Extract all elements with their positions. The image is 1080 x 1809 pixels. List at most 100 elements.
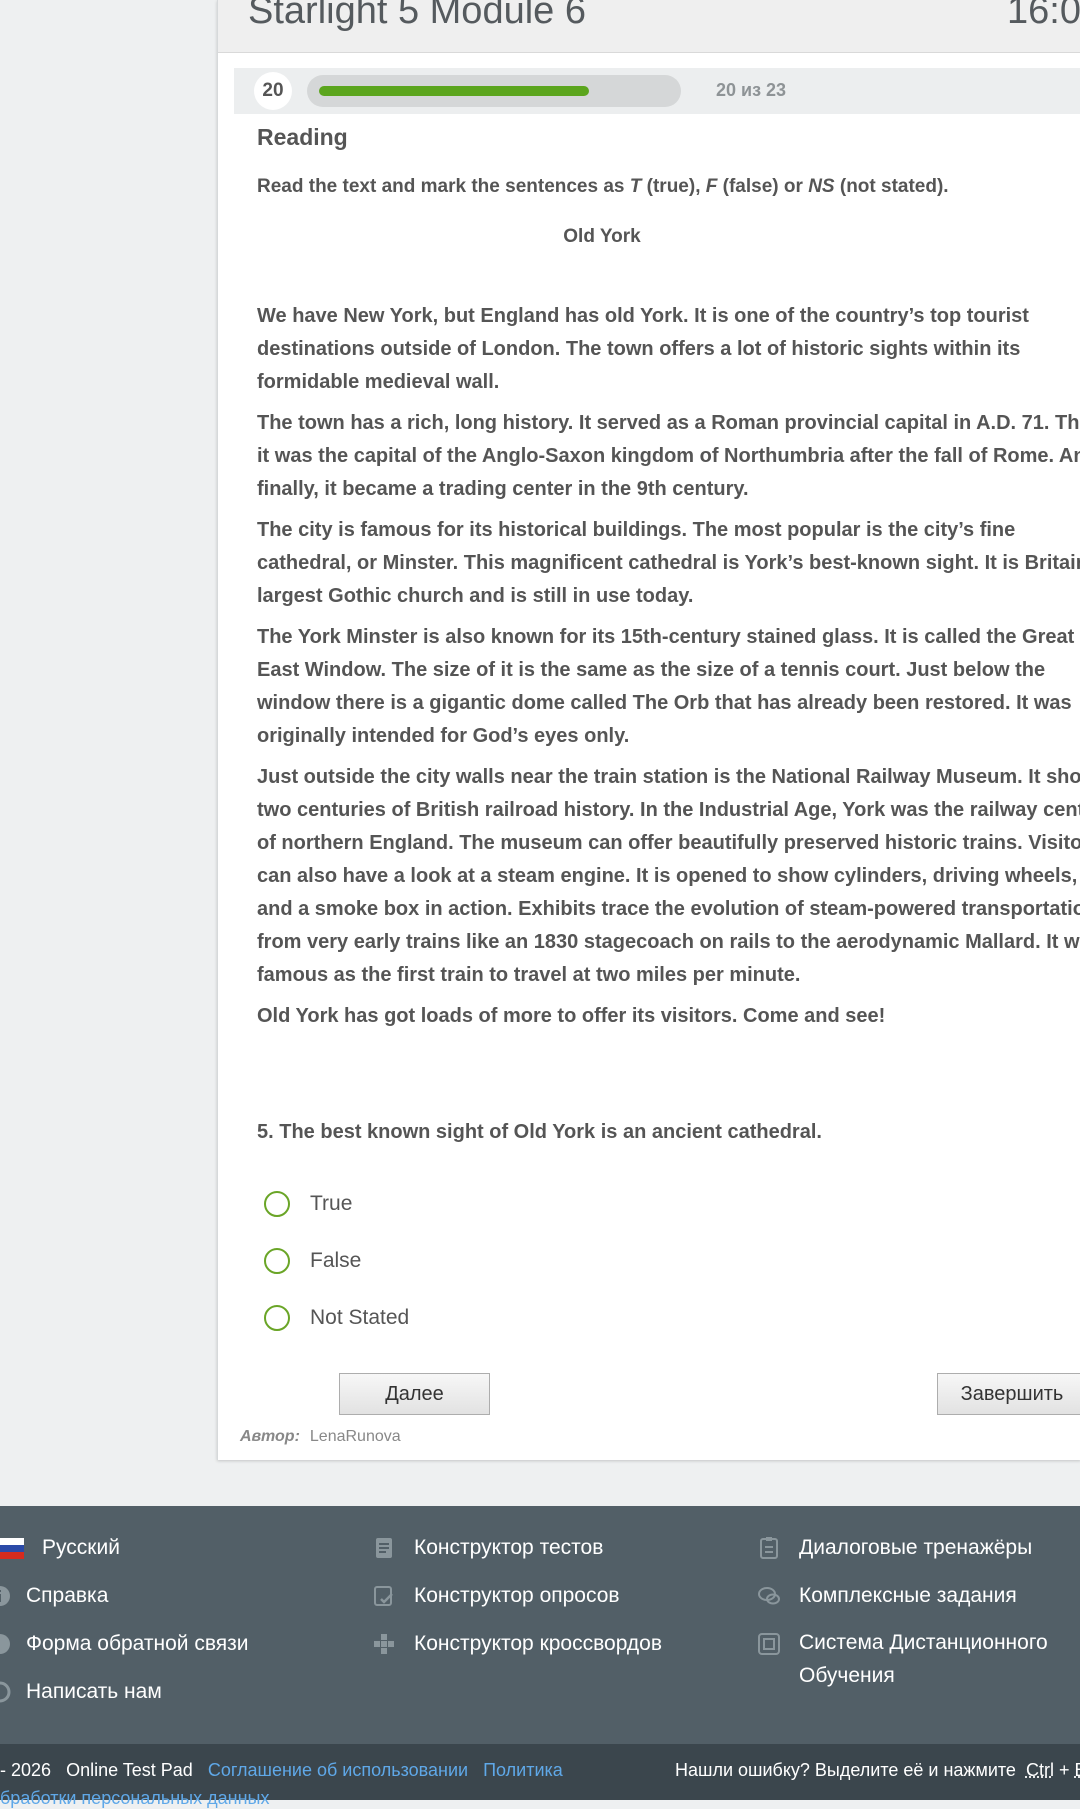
- next-button[interactable]: Далее: [339, 1373, 490, 1415]
- passage-line: destinations outside of London. The town…: [257, 338, 1020, 360]
- option-label: False: [310, 1249, 361, 1273]
- passage-line: from very early trains like an 1830 stag…: [257, 931, 1080, 953]
- crossword-icon: [372, 1632, 396, 1656]
- feedback-label: Форма обратной связи: [26, 1632, 249, 1656]
- test-header: Starlight 5 Module 6 16:0: [218, 0, 1080, 53]
- lms-link[interactable]: Система Дистанционного Обучения: [757, 1626, 1057, 1692]
- clipboard-icon: [757, 1536, 781, 1560]
- passage-line: Old York has got loads of more to offer …: [257, 1005, 885, 1027]
- passage-line: of northern England. The museum can offe…: [257, 832, 1080, 854]
- passage-line: famous as the first train to travel at t…: [257, 964, 800, 986]
- passage-line: and a smoke box in action. Exhibits trac…: [257, 898, 1080, 920]
- passage-line: East Window. The size of it is the same …: [257, 659, 1045, 681]
- chat-bubbles-icon: [757, 1584, 781, 1608]
- passage-paragraph: The town has a rich, long history. It se…: [257, 407, 1080, 506]
- passage-line: window there is a gigantic dome called T…: [257, 692, 1072, 714]
- footer-column-1: Русский Справка Форма обратной связи Нап…: [0, 1536, 249, 1728]
- passage-line: originally intended for God’s eyes only.: [257, 725, 629, 747]
- radio-not-stated[interactable]: [264, 1305, 290, 1331]
- option-false[interactable]: False: [264, 1246, 361, 1276]
- instruction: Read the text and mark the sentences as …: [257, 176, 1080, 198]
- author-line: Автор: LenaRunova: [240, 1428, 401, 1446]
- passage-line: The town has a rich, long history. It se…: [257, 412, 1080, 434]
- passage-paragraph: Old York has got loads of more to offer …: [257, 1000, 1080, 1033]
- document-icon: [372, 1536, 396, 1560]
- checklist-icon: [372, 1584, 396, 1608]
- instruction-ns: NS: [808, 176, 834, 197]
- dialog-trainers-link[interactable]: Диалоговые тренажёры: [757, 1536, 1057, 1584]
- e-key: E: [1075, 1760, 1080, 1780]
- language-label: Русский: [42, 1536, 120, 1560]
- author-name: LenaRunova: [310, 1428, 401, 1445]
- passage-line: cathedral, or Minster. This magnificent …: [257, 552, 1080, 574]
- finish-button[interactable]: Завершить: [937, 1373, 1080, 1415]
- passage-line: The York Minster is also known for its 1…: [257, 626, 1074, 648]
- survey-builder-link[interactable]: Конструктор опросов: [372, 1584, 662, 1632]
- complex-tasks-link[interactable]: Комплексные задания: [757, 1584, 1057, 1632]
- terms-link[interactable]: Соглашение об использовании: [208, 1760, 468, 1780]
- test-card: Starlight 5 Module 6 16:0 20 20 из 23 Re…: [217, 0, 1080, 1460]
- test-builder-label: Конструктор тестов: [414, 1536, 603, 1560]
- instruction-f: F: [706, 176, 718, 197]
- option-label: Not Stated: [310, 1306, 409, 1330]
- question-content: Reading Read the text and mark the sente…: [257, 120, 1080, 1041]
- footer-column-2: Конструктор тестов Конструктор опросов К…: [372, 1536, 662, 1680]
- instruction-true: (true),: [641, 176, 705, 197]
- progress-label: 20 из 23: [716, 80, 786, 101]
- radio-true[interactable]: [264, 1191, 290, 1217]
- info-icon: [0, 1584, 12, 1608]
- policy-link-continued[interactable]: бработки персональных данных: [0, 1788, 269, 1809]
- passage-line: it was the capital of the Anglo-Saxon ki…: [257, 445, 1080, 467]
- passage-line: formidable medieval wall.: [257, 371, 499, 393]
- progress-bar: [307, 75, 681, 107]
- progress-row: 20 20 из 23: [234, 68, 1080, 114]
- instruction-false: (false) or: [717, 176, 808, 197]
- instruction-text: Read the text and mark the sentences as: [257, 176, 630, 197]
- help-label: Справка: [26, 1584, 108, 1608]
- option-not-stated[interactable]: Not Stated: [264, 1303, 409, 1333]
- reading-passage: We have New York, but England has old Yo…: [257, 300, 1080, 1033]
- ctrl-key: Ctrl: [1026, 1760, 1054, 1780]
- copyright-year: - 2026: [0, 1760, 51, 1780]
- passage-paragraph: We have New York, but England has old Yo…: [257, 300, 1080, 399]
- passage-paragraph: Just outside the city walls near the tra…: [257, 761, 1080, 992]
- error-hint-text: Нашли ошибку? Выделите её и нажмите: [675, 1760, 1016, 1780]
- passage-line: largest Gothic church and is still in us…: [257, 585, 693, 607]
- progress-bar-fill: [319, 86, 589, 96]
- question-text: 5. The best known sight of Old York is a…: [257, 1121, 822, 1144]
- passage-line: can also have a look at a steam engine. …: [257, 865, 1077, 887]
- language-link[interactable]: Русский: [0, 1536, 249, 1584]
- test-builder-link[interactable]: Конструктор тестов: [372, 1536, 662, 1584]
- instruction-t: T: [630, 176, 642, 197]
- error-report-hint: Нашли ошибку? Выделите её и нажмите Ctrl…: [675, 1760, 1080, 1781]
- survey-builder-label: Конструктор опросов: [414, 1584, 620, 1608]
- write-us-link[interactable]: Написать нам: [0, 1680, 249, 1728]
- bottom-bar: - 2026 Online Test Pad Соглашение об исп…: [0, 1744, 1080, 1800]
- section-title: Reading: [257, 124, 1080, 151]
- lms-label: Система Дистанционного Обучения: [799, 1626, 1057, 1692]
- timer: 16:0: [1007, 0, 1080, 33]
- option-true[interactable]: True: [264, 1189, 352, 1219]
- policy-link[interactable]: Политика: [483, 1760, 563, 1780]
- footer-column-3: Диалоговые тренажёры Комплексные задания…: [757, 1536, 1057, 1692]
- brand-name: Online Test Pad: [66, 1760, 193, 1780]
- at-icon: [0, 1680, 12, 1704]
- passage-paragraph: The York Minster is also known for its 1…: [257, 621, 1080, 753]
- option-label: True: [310, 1192, 352, 1216]
- crossword-builder-link[interactable]: Конструктор кроссвордов: [372, 1632, 662, 1680]
- radio-false[interactable]: [264, 1248, 290, 1274]
- help-link[interactable]: Справка: [0, 1584, 249, 1632]
- passage-line: two centuries of British railroad histor…: [257, 799, 1080, 821]
- feedback-link[interactable]: Форма обратной связи: [0, 1632, 249, 1680]
- copyright-line: - 2026 Online Test Pad Соглашение об исп…: [0, 1760, 563, 1781]
- question-number-badge: 20: [254, 72, 292, 110]
- passage-line: The city is famous for its historical bu…: [257, 519, 1015, 541]
- author-label: Автор:: [240, 1428, 300, 1445]
- passage-line: finally, it became a trading center in t…: [257, 478, 749, 500]
- instruction-not-stated: (not stated).: [835, 176, 949, 197]
- globe-icon: [0, 1632, 12, 1656]
- passage-paragraph: The city is famous for its historical bu…: [257, 514, 1080, 613]
- crossword-builder-label: Конструктор кроссвордов: [414, 1632, 662, 1656]
- plus-sign: +: [1059, 1760, 1070, 1780]
- dialog-trainers-label: Диалоговые тренажёры: [799, 1536, 1032, 1560]
